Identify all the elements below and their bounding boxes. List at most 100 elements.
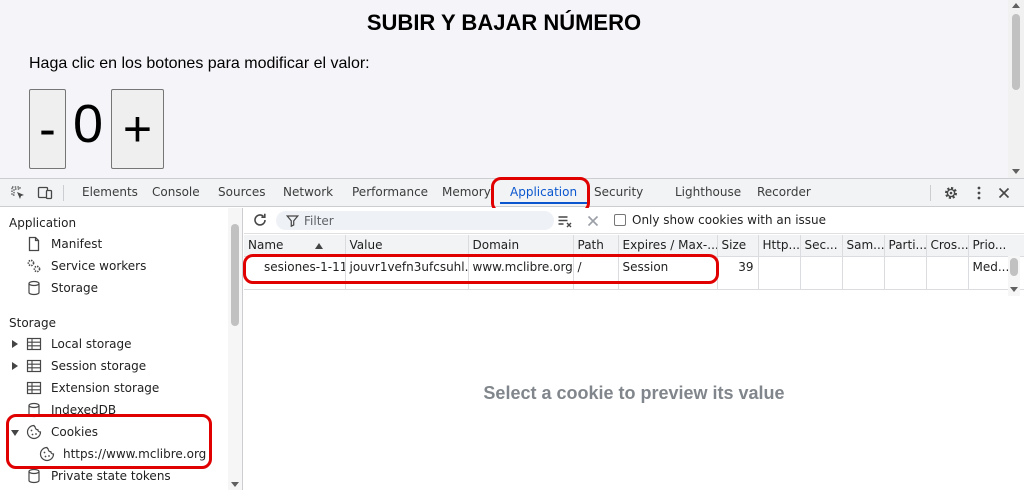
tab-elements[interactable]: Elements bbox=[82, 179, 138, 206]
sidebar-header-application: Application bbox=[9, 216, 77, 230]
sidebar-item-session-storage[interactable]: Session storage bbox=[0, 355, 228, 377]
filter-box[interactable] bbox=[276, 211, 554, 230]
column-header-value[interactable]: Value bbox=[345, 235, 469, 257]
settings-gear-icon[interactable] bbox=[943, 185, 959, 201]
tab-recorder[interactable]: Recorder bbox=[757, 179, 811, 206]
table-grid-icon bbox=[26, 381, 42, 395]
sidebar-item-label: Session storage bbox=[51, 359, 147, 373]
tab-performance[interactable]: Performance bbox=[352, 179, 428, 206]
clear-all-cookies-icon[interactable] bbox=[557, 213, 573, 229]
tab-network[interactable]: Network bbox=[283, 179, 333, 206]
column-header-expires[interactable]: Expires / Max-... bbox=[618, 235, 718, 257]
tabbar-divider bbox=[63, 185, 64, 201]
database-icon bbox=[28, 280, 40, 296]
cookie-icon bbox=[26, 424, 42, 440]
sidebar-scroll-thumb[interactable] bbox=[231, 224, 239, 326]
tab-sources[interactable]: Sources bbox=[218, 179, 265, 206]
sidebar-item-manifest[interactable]: Manifest bbox=[0, 233, 228, 255]
table-grid-icon bbox=[26, 359, 42, 373]
sidebar-item-local-storage[interactable]: Local storage bbox=[0, 333, 228, 355]
expand-arrow-icon[interactable] bbox=[12, 362, 18, 370]
column-header-size[interactable]: Size bbox=[717, 235, 759, 257]
tab-security[interactable]: Security bbox=[594, 179, 643, 206]
sidebar-item-storage[interactable]: Storage bbox=[0, 277, 228, 299]
refresh-icon[interactable] bbox=[252, 212, 268, 228]
document-icon bbox=[28, 236, 40, 252]
column-header-name[interactable]: Name bbox=[244, 235, 346, 257]
column-header-path[interactable]: Path bbox=[573, 235, 619, 257]
sidebar-item-cookie-origin[interactable]: https://www.mclibre.org bbox=[0, 443, 228, 465]
sidebar-header-storage: Storage bbox=[9, 316, 56, 330]
column-header-cross-site[interactable]: Cros... bbox=[926, 235, 969, 257]
devtools-panel: Elements Console Sources Network Perform… bbox=[0, 177, 1024, 490]
collapse-arrow-icon[interactable] bbox=[11, 430, 19, 436]
database-icon bbox=[28, 402, 40, 418]
page-scroll-thumb[interactable] bbox=[1012, 14, 1020, 90]
cookie-size-cell[interactable]: 39 bbox=[717, 256, 759, 278]
sidebar-item-extension-storage[interactable]: Extension storage bbox=[0, 377, 228, 399]
scroll-down-arrow-icon[interactable] bbox=[1012, 169, 1020, 174]
table-filler-row bbox=[244, 278, 1024, 290]
tab-memory[interactable]: Memory bbox=[442, 179, 491, 206]
sidebar-item-label: Cookies bbox=[51, 425, 98, 439]
column-header-partition-key[interactable]: Parti... bbox=[884, 235, 927, 257]
sidebar-item-service-workers[interactable]: Service workers bbox=[0, 255, 228, 277]
cookie-name-cell[interactable]: sesiones-1-11 bbox=[244, 256, 346, 278]
sidebar-scrollbar[interactable] bbox=[228, 208, 242, 490]
cookie-samesite-cell[interactable] bbox=[842, 256, 885, 278]
gears-icon bbox=[27, 259, 41, 273]
column-header-httponly[interactable]: Http... bbox=[758, 235, 801, 257]
page-scrollbar[interactable] bbox=[1008, 0, 1024, 178]
column-header-priority[interactable]: Prio... bbox=[968, 235, 1024, 257]
sidebar-item-label: Storage bbox=[51, 281, 98, 295]
sidebar-item-label: Manifest bbox=[51, 237, 103, 251]
sidebar-item-cookies[interactable]: Cookies bbox=[0, 421, 228, 443]
table-row[interactable]: sesiones-1-11 jouvr1vefn3ufcsuhl... www.… bbox=[244, 256, 1024, 278]
only-issue-checkbox[interactable] bbox=[614, 214, 626, 226]
decrement-button[interactable]: - bbox=[29, 89, 66, 169]
cookie-value-cell[interactable]: jouvr1vefn3ufcsuhl... bbox=[345, 256, 469, 278]
cookie-domain-cell[interactable]: www.mclibre.org bbox=[468, 256, 574, 278]
inspect-element-icon[interactable] bbox=[10, 185, 26, 201]
tab-lighthouse[interactable]: Lighthouse bbox=[675, 179, 741, 206]
close-devtools-icon[interactable] bbox=[996, 185, 1012, 201]
sidebar-item-label: Local storage bbox=[51, 337, 132, 351]
cookie-secure-cell[interactable] bbox=[800, 256, 843, 278]
column-header-secure[interactable]: Sec... bbox=[800, 235, 843, 257]
browser-window: SUBIR Y BAJAR NÚMERO Haga clic en los bo… bbox=[0, 0, 1024, 490]
increment-button[interactable]: + bbox=[111, 89, 164, 169]
cookie-expires-cell[interactable]: Session bbox=[618, 256, 718, 278]
device-toolbar-icon[interactable] bbox=[37, 185, 53, 201]
cookie-httponly-cell[interactable] bbox=[758, 256, 801, 278]
only-issue-label: Only show cookies with an issue bbox=[632, 213, 827, 227]
scroll-down-arrow-icon[interactable] bbox=[1010, 287, 1018, 292]
tab-application-label: Application bbox=[510, 185, 578, 199]
filter-input[interactable] bbox=[304, 213, 544, 228]
tab-application[interactable]: Application bbox=[500, 179, 588, 206]
cookie-path-cell[interactable]: / bbox=[573, 256, 619, 278]
column-header-samesite[interactable]: Sam... bbox=[842, 235, 885, 257]
sidebar-item-indexeddb[interactable]: IndexedDB bbox=[0, 399, 228, 421]
delete-selected-icon[interactable] bbox=[585, 213, 601, 229]
sidebar-item-private-state-tokens[interactable]: Private state tokens bbox=[0, 465, 228, 487]
devtools-tabbar: Elements Console Sources Network Perform… bbox=[0, 177, 1024, 213]
sidebar-item-label: https://www.mclibre.org bbox=[63, 447, 207, 461]
cookies-toolbar: Only show cookies with an issue bbox=[244, 208, 1024, 234]
table-scroll-thumb[interactable] bbox=[1010, 258, 1018, 276]
sidebar-item-label: IndexedDB bbox=[51, 403, 117, 417]
page-title: SUBIR Y BAJAR NÚMERO bbox=[366, 10, 642, 35]
page-viewport: SUBIR Y BAJAR NÚMERO Haga clic en los bo… bbox=[0, 0, 1024, 178]
scroll-up-arrow-icon[interactable] bbox=[1012, 3, 1020, 8]
cookie-cross-site-cell[interactable] bbox=[926, 256, 969, 278]
active-tab-underline bbox=[500, 202, 588, 204]
cookie-partition-cell[interactable] bbox=[884, 256, 927, 278]
expand-arrow-icon[interactable] bbox=[12, 340, 18, 348]
cookie-icon bbox=[39, 446, 55, 462]
column-header-domain[interactable]: Domain bbox=[468, 235, 574, 257]
table-scrollbar[interactable] bbox=[1008, 256, 1020, 296]
tab-console[interactable]: Console bbox=[152, 179, 200, 206]
sidebar-item-label: Extension storage bbox=[51, 381, 160, 395]
more-options-icon[interactable] bbox=[971, 185, 987, 201]
application-sidebar: Application Manifest Service workers Sto… bbox=[0, 208, 243, 490]
scroll-down-arrow-icon[interactable] bbox=[231, 482, 239, 487]
